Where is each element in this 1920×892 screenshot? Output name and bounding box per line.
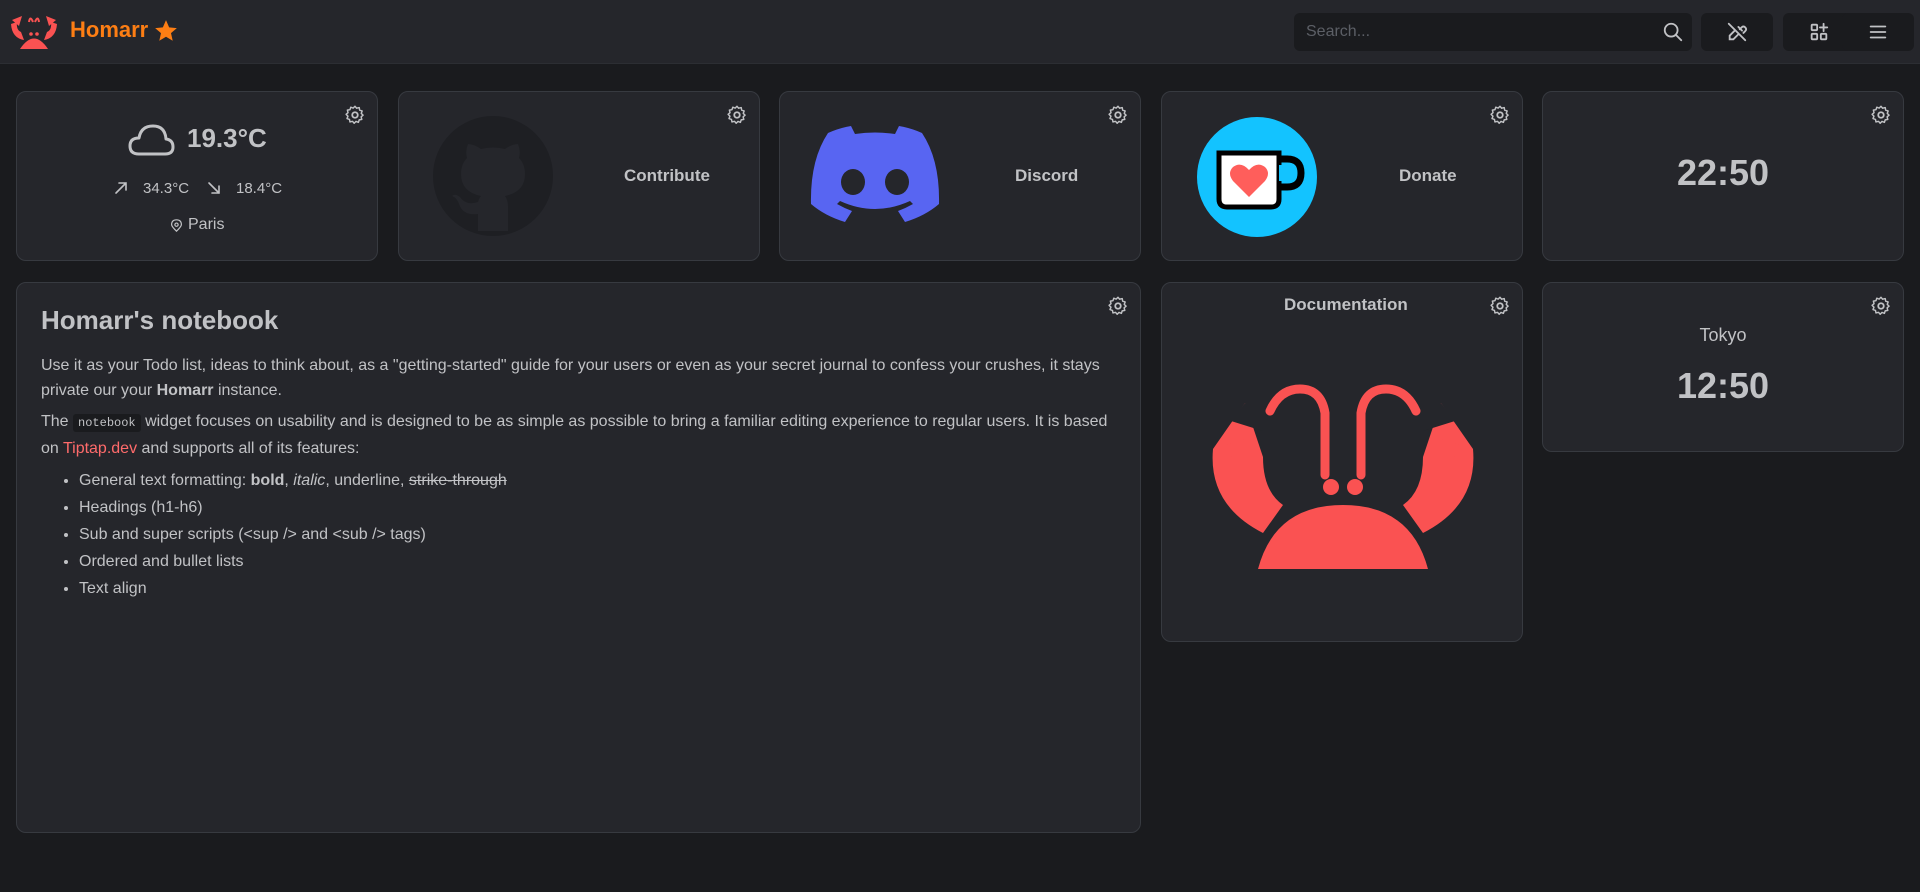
homarr-logo-icon[interactable] [8, 12, 60, 50]
notebook-widget[interactable]: Homarr's notebook Use it as your Todo li… [16, 282, 1141, 833]
gear-icon[interactable] [1489, 295, 1511, 317]
gear-icon[interactable] [1870, 295, 1892, 317]
arrow-up-right-icon [115, 182, 127, 194]
hamburger-menu-icon [1869, 25, 1887, 39]
clock-time: 12:50 [1676, 365, 1770, 406]
cloud-icon [128, 124, 175, 156]
pencil-off-icon [1727, 22, 1748, 42]
gear-icon[interactable] [726, 104, 748, 126]
notebook-paragraph-1: Use it as your Todo list, ideas to think… [41, 357, 1100, 399]
star-icon [155, 20, 177, 41]
apps-plus-icon [1810, 22, 1829, 41]
contribute-label: Contribute [624, 166, 710, 185]
menu-button[interactable] [1842, 13, 1914, 51]
kofi-cup-icon [1197, 117, 1317, 237]
weather-location: Paris [188, 216, 225, 233]
search-input[interactable] [1306, 21, 1646, 43]
contribute-tile[interactable]: Contribute [398, 91, 760, 261]
arrow-down-right-icon [208, 182, 220, 194]
weather-temperature: 19.3°C [187, 123, 267, 153]
tiptap-link[interactable]: Tiptap.dev [63, 440, 137, 457]
list-item: General text formatting: bold, italic, u… [79, 467, 507, 494]
top-header: Homarr [0, 0, 1920, 64]
documentation-tile[interactable]: Documentation [1161, 282, 1523, 642]
discord-label: Discord [1015, 166, 1079, 185]
weather-low: 18.4°C [236, 180, 283, 197]
gear-icon[interactable] [1107, 104, 1129, 126]
gear-icon[interactable] [344, 104, 366, 126]
donate-label: Donate [1399, 166, 1457, 185]
inline-code: notebook [73, 414, 141, 432]
list-item: Ordered and bullet lists [79, 548, 507, 575]
gear-icon[interactable] [1870, 104, 1892, 126]
app-title: Homarr [70, 17, 149, 42]
search-icon[interactable] [1662, 21, 1684, 43]
documentation-label: Documentation [1284, 295, 1408, 314]
list-item: Text align [79, 575, 507, 602]
feature-list: General text formatting: bold, italic, u… [79, 467, 507, 602]
donate-tile[interactable]: Donate [1161, 91, 1523, 261]
homarr-crab-icon [1212, 384, 1474, 569]
list-item: Headings (h1-h6) [79, 494, 507, 521]
edit-mode-button[interactable] [1701, 13, 1773, 51]
clock-widget: 22:50 [1542, 91, 1904, 261]
discord-logo-icon [810, 126, 940, 222]
location-pin-icon [171, 219, 182, 232]
clock-city: Tokyo [1699, 325, 1747, 345]
weather-high: 34.3°C [143, 180, 190, 197]
gear-icon[interactable] [1489, 104, 1511, 126]
discord-tile[interactable]: Discord [779, 91, 1141, 261]
notebook-title: Homarr's notebook [41, 305, 279, 335]
list-item: Sub and super scripts (<sup /> and <sub … [79, 521, 507, 548]
weather-widget: 19.3°C 34.3°C 18.4°C Paris [16, 91, 378, 261]
clock-widget-tokyo: Tokyo 12:50 [1542, 282, 1904, 452]
notebook-paragraph-2: The notebook widget focuses on usability… [41, 413, 1108, 457]
search-box[interactable] [1294, 13, 1692, 51]
github-icon [433, 116, 553, 236]
gear-icon[interactable] [1107, 295, 1129, 317]
clock-time: 22:50 [1676, 152, 1770, 193]
